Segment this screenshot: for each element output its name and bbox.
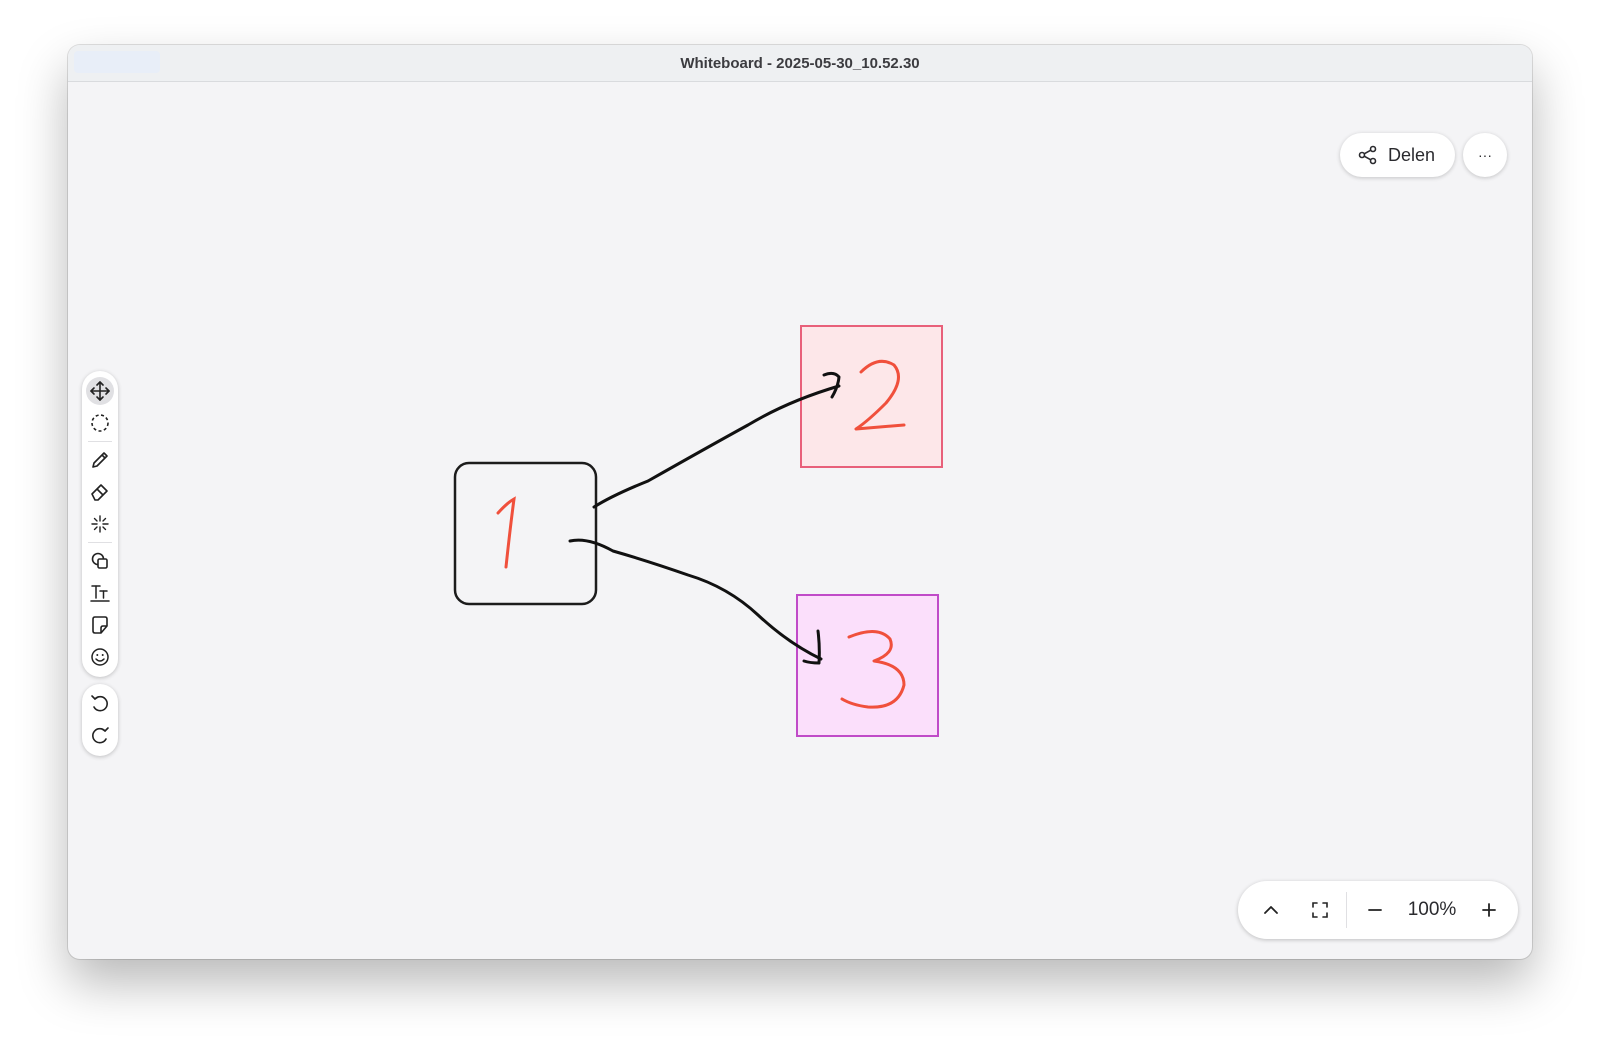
redo-button[interactable] xyxy=(86,722,114,750)
zoom-level-display[interactable]: 100% xyxy=(1397,881,1467,939)
node-2-box[interactable] xyxy=(800,325,943,468)
ellipsis-icon: ··· xyxy=(1478,147,1492,163)
zoom-out-button[interactable] xyxy=(1353,881,1397,939)
share-button-label: Delen xyxy=(1387,144,1435,165)
fit-to-screen-button[interactable] xyxy=(1300,881,1340,939)
plus-icon xyxy=(1482,903,1496,917)
zoom-level: 100% xyxy=(1407,899,1457,920)
pencil-icon xyxy=(92,452,108,468)
zoom-in-button[interactable] xyxy=(1467,881,1511,939)
tool-sticky-note[interactable] xyxy=(86,611,114,639)
share-icon xyxy=(1358,145,1377,165)
tool-text[interactable] xyxy=(86,579,114,607)
drawing-layer[interactable] xyxy=(68,81,1532,959)
fit-screen-icon xyxy=(1312,902,1328,918)
toolbar-divider xyxy=(88,542,112,543)
move-icon xyxy=(90,381,110,401)
undo-button[interactable] xyxy=(86,690,114,718)
tool-pen[interactable] xyxy=(86,446,114,474)
arrow-1-to-3[interactable] xyxy=(568,538,823,661)
titlebar-tab-highlight xyxy=(74,51,160,73)
sticky-note-icon xyxy=(92,616,108,634)
node-1-box[interactable] xyxy=(453,461,598,606)
laser-pointer-icon xyxy=(91,515,109,533)
whiteboard-canvas[interactable]: Delen ··· 100% xyxy=(68,81,1532,959)
zoom-divider xyxy=(1346,892,1347,928)
redo-icon xyxy=(92,727,109,744)
lasso-select-icon xyxy=(91,414,109,432)
text-icon xyxy=(90,585,110,602)
tool-move[interactable] xyxy=(86,377,114,405)
node-3-box[interactable] xyxy=(796,594,939,737)
collapse-button[interactable] xyxy=(1242,881,1300,939)
minus-icon xyxy=(1368,909,1382,911)
app-window: Whiteboard - 2025-05-30_10.52.30 Delen ·… xyxy=(68,45,1532,959)
chevron-up-icon xyxy=(1264,906,1278,914)
tool-laser[interactable] xyxy=(86,510,114,538)
tool-shapes[interactable] xyxy=(86,547,114,575)
share-button[interactable]: Delen xyxy=(1339,133,1455,177)
undo-icon xyxy=(91,695,108,712)
tool-eraser[interactable] xyxy=(86,478,114,506)
emoji-icon xyxy=(91,648,109,666)
tool-lasso[interactable] xyxy=(86,409,114,437)
shapes-icon xyxy=(91,552,108,569)
title-bar: Whiteboard - 2025-05-30_10.52.30 xyxy=(68,45,1532,82)
eraser-icon xyxy=(91,484,108,501)
toolbar-divider xyxy=(88,441,112,442)
history-palette xyxy=(82,684,118,756)
more-options-button[interactable]: ··· xyxy=(1463,133,1507,177)
tool-palette xyxy=(82,371,118,677)
zoom-controls: 100% xyxy=(1238,881,1518,939)
tool-emoji[interactable] xyxy=(86,643,114,671)
window-title: Whiteboard - 2025-05-30_10.52.30 xyxy=(680,54,920,72)
